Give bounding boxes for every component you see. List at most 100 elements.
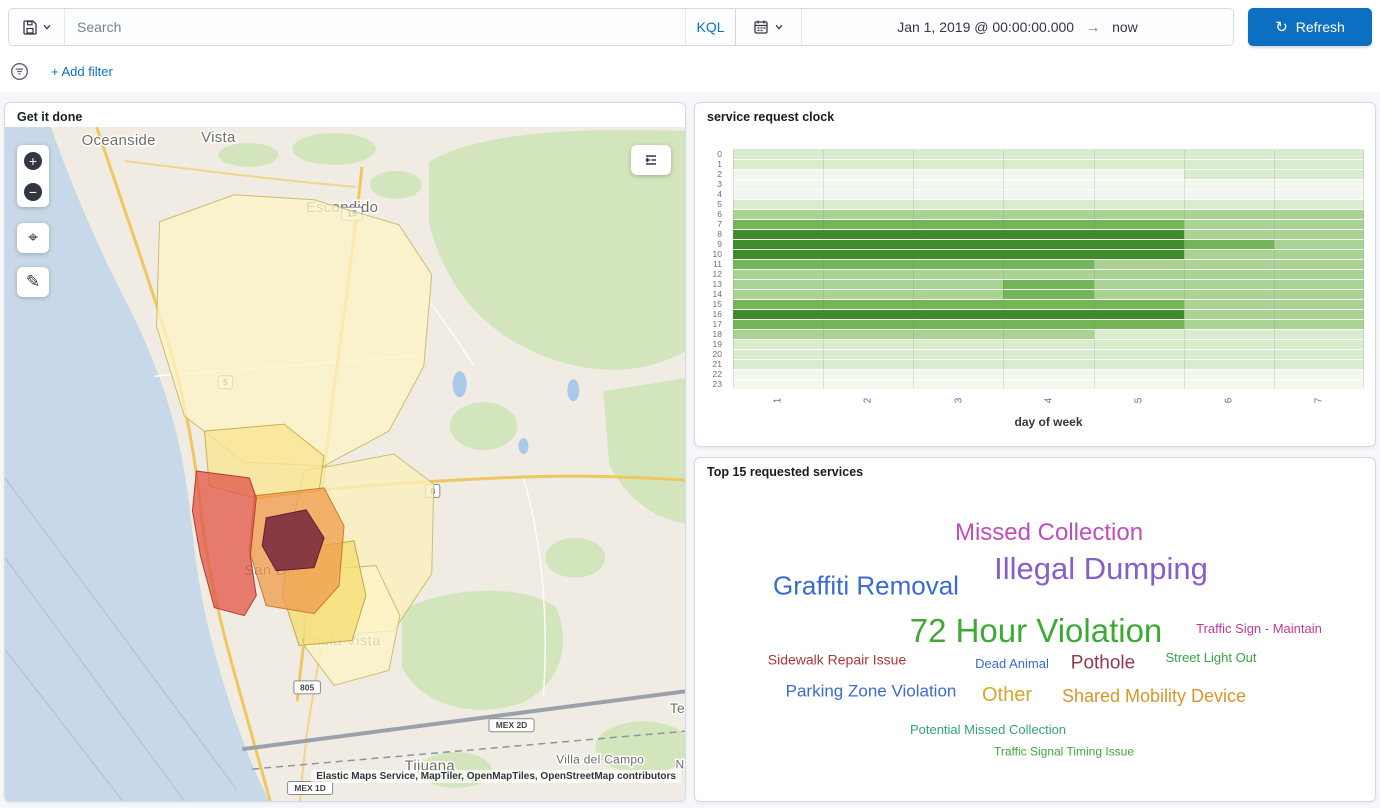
heatmap-cell[interactable] — [1003, 160, 1093, 169]
tag-cloud-item[interactable]: Traffic Sign - Maintain — [1196, 622, 1322, 636]
heatmap-cell[interactable] — [1094, 160, 1184, 169]
heatmap-cell[interactable] — [1274, 290, 1364, 299]
heatmap-cell[interactable] — [1184, 240, 1274, 249]
heatmap-cell[interactable] — [1094, 170, 1184, 179]
heatmap-cell[interactable] — [913, 180, 1003, 189]
heatmap-cell[interactable] — [1184, 350, 1274, 359]
filter-menu-button[interactable] — [10, 62, 29, 81]
heatmap-cell[interactable] — [1274, 250, 1364, 259]
tag-cloud-item[interactable]: Pothole — [1071, 654, 1135, 675]
heatmap-cell[interactable] — [1003, 360, 1093, 369]
heatmap-cell[interactable] — [913, 360, 1003, 369]
heatmap-cell[interactable] — [913, 330, 1003, 339]
heatmap-cell[interactable] — [1003, 230, 1093, 239]
heatmap-cell[interactable] — [1003, 240, 1093, 249]
heatmap-cell[interactable] — [1184, 340, 1274, 349]
heatmap-cell[interactable] — [1184, 160, 1274, 169]
heatmap-cell[interactable] — [733, 350, 823, 359]
heatmap-cell[interactable] — [823, 260, 913, 269]
heatmap-cell[interactable] — [1274, 190, 1364, 199]
heatmap-cell[interactable] — [733, 210, 823, 219]
heatmap-cell[interactable] — [823, 220, 913, 229]
heatmap-cell[interactable] — [1184, 250, 1274, 259]
heatmap-cell[interactable] — [1094, 230, 1184, 239]
heatmap-cell[interactable] — [733, 330, 823, 339]
heatmap-cell[interactable] — [1003, 220, 1093, 229]
heatmap-cell[interactable] — [733, 240, 823, 249]
legend-collapse-button[interactable] — [631, 145, 671, 175]
heatmap-cell[interactable] — [1274, 320, 1364, 329]
heatmap-cell[interactable] — [1094, 180, 1184, 189]
heatmap-cell[interactable] — [823, 190, 913, 199]
heatmap-cell[interactable] — [733, 250, 823, 259]
heatmap-cell[interactable] — [1274, 160, 1364, 169]
heatmap-cell[interactable] — [1184, 170, 1274, 179]
heatmap-cell[interactable] — [913, 240, 1003, 249]
heatmap-cell[interactable] — [913, 250, 1003, 259]
heatmap-cell[interactable] — [913, 380, 1003, 389]
tag-cloud-item[interactable]: Graffiti Removal — [773, 572, 959, 601]
draw-tools-button[interactable]: ✎ — [17, 267, 49, 297]
refresh-button[interactable]: ↻ Refresh — [1248, 8, 1372, 46]
heatmap-cell[interactable] — [1094, 150, 1184, 159]
heatmap-cell[interactable] — [1274, 200, 1364, 209]
heatmap-cell[interactable] — [1274, 230, 1364, 239]
heatmap-cell[interactable] — [733, 310, 823, 319]
heatmap-cell[interactable] — [1094, 380, 1184, 389]
heatmap-cell[interactable] — [1094, 250, 1184, 259]
heatmap-cell[interactable] — [1274, 380, 1364, 389]
heatmap-cell[interactable] — [1094, 260, 1184, 269]
heatmap-cell[interactable] — [1184, 260, 1274, 269]
heatmap-cell[interactable] — [823, 160, 913, 169]
heatmap-cell[interactable] — [1094, 200, 1184, 209]
heatmap-cell[interactable] — [1274, 360, 1364, 369]
heatmap-cell[interactable] — [823, 170, 913, 179]
heatmap-cell[interactable] — [1003, 330, 1093, 339]
map-canvas[interactable]: OceansideVistaEscondidoSan DiegoNational… — [5, 127, 685, 801]
heatmap-cell[interactable] — [733, 360, 823, 369]
tag-cloud-item[interactable]: Sidewalk Repair Issue — [768, 652, 907, 667]
heatmap-cell[interactable] — [913, 370, 1003, 379]
heatmap-cell[interactable] — [913, 300, 1003, 309]
heatmap-cell[interactable] — [1094, 190, 1184, 199]
heatmap-cell[interactable] — [1274, 330, 1364, 339]
search-input[interactable] — [65, 9, 685, 45]
heatmap-cell[interactable] — [1184, 230, 1274, 239]
heatmap-cell[interactable] — [1003, 260, 1093, 269]
heatmap-cell[interactable] — [733, 280, 823, 289]
heatmap-cell[interactable] — [1274, 150, 1364, 159]
heatmap-cell[interactable] — [1094, 290, 1184, 299]
end-date-button[interactable]: now — [1108, 17, 1142, 37]
tag-cloud-item[interactable]: Parking Zone Violation — [786, 683, 957, 702]
heatmap-grid[interactable] — [733, 149, 1364, 389]
heatmap-cell[interactable] — [1184, 310, 1274, 319]
heatmap-cell[interactable] — [733, 190, 823, 199]
heatmap-cell[interactable] — [913, 320, 1003, 329]
heatmap-cell[interactable] — [1274, 210, 1364, 219]
heatmap-cell[interactable] — [913, 210, 1003, 219]
heatmap-cell[interactable] — [1274, 370, 1364, 379]
heatmap-cell[interactable] — [1003, 150, 1093, 159]
saved-query-menu-button[interactable] — [9, 9, 65, 45]
heatmap-cell[interactable] — [1003, 290, 1093, 299]
heatmap-cell[interactable] — [823, 230, 913, 239]
heatmap-cell[interactable] — [823, 310, 913, 319]
kql-button[interactable]: KQL — [685, 9, 735, 45]
heatmap-cell[interactable] — [1184, 290, 1274, 299]
heatmap-cell[interactable] — [1003, 300, 1093, 309]
heatmap-cell[interactable] — [823, 150, 913, 159]
tag-cloud-item[interactable]: Dead Animal — [975, 657, 1049, 671]
heatmap-cell[interactable] — [1003, 270, 1093, 279]
heatmap-cell[interactable] — [733, 180, 823, 189]
heatmap-cell[interactable] — [1274, 170, 1364, 179]
heatmap-cell[interactable] — [1003, 190, 1093, 199]
heatmap-cell[interactable] — [1274, 350, 1364, 359]
heatmap-cell[interactable] — [1094, 270, 1184, 279]
heatmap-cell[interactable] — [913, 230, 1003, 239]
heatmap-cell[interactable] — [1184, 380, 1274, 389]
heatmap-cell[interactable] — [913, 190, 1003, 199]
heatmap-cell[interactable] — [1274, 180, 1364, 189]
heatmap-cell[interactable] — [823, 350, 913, 359]
heatmap-cell[interactable] — [1274, 240, 1364, 249]
heatmap-cell[interactable] — [1274, 300, 1364, 309]
